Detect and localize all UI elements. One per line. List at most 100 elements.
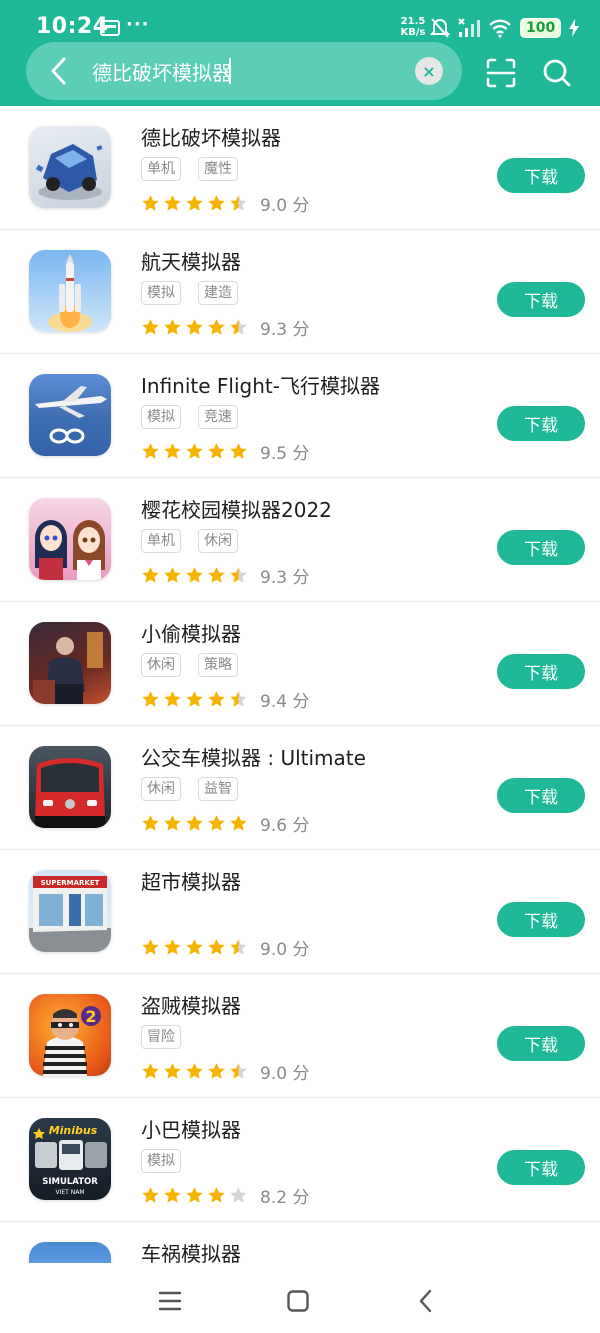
app-list-item[interactable]: 2 盗贼模拟器 冒险 9.0 分 下载 — [0, 974, 600, 1098]
back-nav-button[interactable] — [408, 1283, 444, 1319]
rocket-icon[interactable] — [29, 250, 111, 332]
download-button[interactable]: 下载 — [497, 902, 585, 937]
star-icon — [164, 443, 181, 459]
star-icon — [208, 319, 225, 335]
close-icon: × — [422, 61, 436, 81]
sequel-number-text: 2 — [85, 1007, 96, 1026]
app-tag: 冒险 — [141, 1025, 181, 1049]
app-tags: 单机 休闲 — [141, 529, 238, 553]
thief-icon[interactable] — [29, 622, 111, 704]
download-button[interactable]: 下载 — [497, 530, 585, 565]
download-button[interactable]: 下载 — [497, 158, 585, 193]
chevron-left-icon — [419, 1289, 432, 1313]
star-icon — [186, 567, 203, 583]
star-icon — [230, 1187, 247, 1203]
star-icon — [142, 815, 159, 831]
mute-bell-icon — [430, 18, 450, 38]
app-tag: 模拟 — [141, 1149, 181, 1173]
app-tag: 休闲 — [141, 653, 181, 677]
star-icon — [186, 195, 203, 211]
cellular-signal-icon — [458, 18, 480, 37]
back-button[interactable] — [42, 52, 76, 90]
download-button[interactable]: 下载 — [497, 1150, 585, 1185]
status-bar: 10:24 ··· 21.5 KB/s 100 — [0, 0, 600, 48]
recent-apps-button[interactable] — [152, 1283, 188, 1319]
crash-icon[interactable] — [29, 1242, 111, 1263]
app-tags: 冒险 — [141, 1025, 181, 1049]
star-icon — [142, 319, 159, 335]
anime-girls-icon[interactable] — [29, 498, 111, 580]
star-icon — [230, 1063, 247, 1079]
rating-score: 8.2 分 — [260, 1188, 310, 1208]
clear-search-button[interactable]: × — [415, 57, 443, 85]
search-button[interactable] — [540, 56, 574, 90]
home-button[interactable] — [280, 1283, 316, 1319]
app-tag: 益智 — [198, 777, 238, 801]
star-icon — [230, 939, 247, 955]
app-list-item[interactable]: 樱花校园模拟器2022 单机 休闲 9.3 分 下载 — [0, 478, 600, 602]
download-button[interactable]: 下载 — [497, 282, 585, 317]
star-icon — [142, 939, 159, 955]
app-list-item[interactable]: 公交车模拟器 : Ultimate 休闲 益智 9.6 分 下载 — [0, 726, 600, 850]
app-tag: 休闲 — [198, 529, 238, 553]
app-name: 小偷模拟器 — [141, 622, 241, 646]
star-icon — [208, 1187, 225, 1203]
star-icon — [186, 1063, 203, 1079]
app-list-item[interactable]: 德比破坏模拟器 单机 魔性 9.0 分 下载 — [0, 106, 600, 230]
app-rating: 9.3 分 — [141, 563, 309, 588]
rating-score: 9.5 分 — [260, 444, 310, 464]
app-list-item[interactable]: 航天模拟器 模拟 建造 9.3 分 下载 — [0, 230, 600, 354]
star-icon — [230, 319, 247, 335]
system-navigation-bar — [0, 1263, 600, 1333]
star-icon — [186, 1187, 203, 1203]
rating-score: 9.3 分 — [260, 568, 310, 588]
app-rating: 9.6 分 — [141, 811, 309, 836]
star-icon — [164, 1063, 181, 1079]
wifi-icon — [489, 19, 511, 38]
scan-button[interactable] — [484, 56, 518, 90]
search-icon — [543, 59, 571, 87]
star-icon — [164, 691, 181, 707]
app-list-item[interactable]: Minibus SIMULATOR VIET NAM 小巴模拟器 模拟 8.2 … — [0, 1098, 600, 1222]
minibus-icon[interactable]: Minibus SIMULATOR VIET NAM — [29, 1118, 111, 1200]
menu-icon — [158, 1291, 182, 1311]
robber-icon[interactable]: 2 — [29, 994, 111, 1076]
search-input[interactable] — [92, 54, 402, 88]
star-icon — [186, 691, 203, 707]
derby-car-icon[interactable] — [29, 126, 111, 208]
star-icon — [208, 1063, 225, 1079]
star-icon — [186, 939, 203, 955]
star-icon — [208, 443, 225, 459]
app-tag: 模拟 — [141, 405, 181, 429]
star-icon — [186, 319, 203, 335]
download-button[interactable]: 下载 — [497, 406, 585, 441]
app-name: 超市模拟器 — [141, 870, 241, 894]
supermarket-icon[interactable]: SUPERMARKET — [29, 870, 111, 952]
star-icon — [208, 567, 225, 583]
app-rating: 9.0 分 — [141, 1059, 309, 1084]
app-tag: 竞速 — [198, 405, 238, 429]
app-rating: 9.0 分 — [141, 935, 309, 960]
download-button[interactable]: 下载 — [497, 654, 585, 689]
bus-icon[interactable] — [29, 746, 111, 828]
app-list-item[interactable]: 小偷模拟器 休闲 策略 9.4 分 下载 — [0, 602, 600, 726]
download-button[interactable]: 下载 — [497, 1026, 585, 1061]
star-icon — [164, 815, 181, 831]
app-list-item[interactable]: 车祸模拟器 — [0, 1222, 600, 1263]
star-icon — [164, 567, 181, 583]
star-rating — [141, 938, 248, 957]
app-list-item[interactable]: Infinite Flight-飞行模拟器 模拟 竞速 9.5 分 下载 — [0, 354, 600, 478]
app-rating: 9.5 分 — [141, 439, 309, 464]
top-app-bar: 10:24 ··· 21.5 KB/s 100 德比破坏模拟器 × — [0, 0, 600, 106]
network-speed: 21.5 KB/s — [398, 16, 428, 38]
app-list-item[interactable]: SUPERMARKET 超市模拟器 9.0 分 下载 — [0, 850, 600, 974]
star-icon — [164, 319, 181, 335]
rating-score: 9.0 分 — [260, 940, 310, 960]
app-tag: 策略 — [198, 653, 238, 677]
app-rating: 9.0 分 — [141, 191, 309, 216]
minibus-logo-text: Minibus — [49, 1124, 98, 1137]
app-name: 盗贼模拟器 — [141, 994, 241, 1018]
app-tag: 休闲 — [141, 777, 181, 801]
airplane-icon[interactable] — [29, 374, 111, 456]
download-button[interactable]: 下载 — [497, 778, 585, 813]
